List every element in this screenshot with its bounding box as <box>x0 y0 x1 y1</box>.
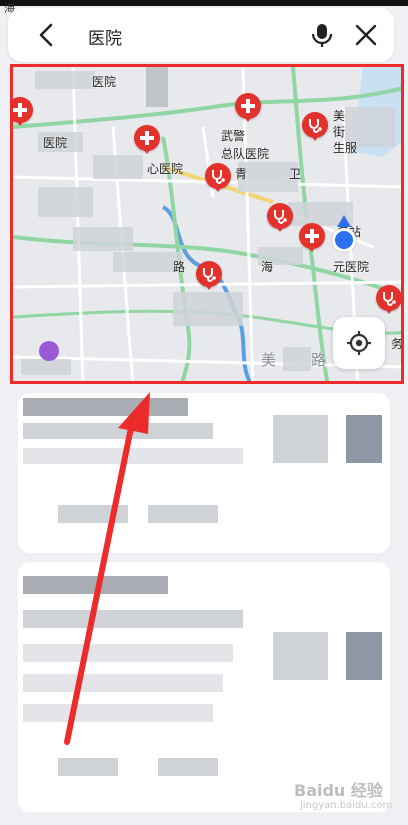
stethoscope-icon <box>383 292 396 306</box>
locate-icon <box>347 331 371 355</box>
user-location-marker <box>332 228 356 252</box>
stethoscope-icon <box>212 170 225 184</box>
map-label-hai: 海 <box>261 260 274 274</box>
result-card[interactable] <box>18 393 390 553</box>
map-label-qing: 青 <box>235 167 248 181</box>
map-label-road-lu: 路 <box>173 260 186 274</box>
map-label-mei-top: 美 <box>333 109 346 123</box>
back-icon[interactable] <box>34 22 60 48</box>
clinic-pin[interactable] <box>267 203 293 232</box>
map-label-hospital-left: 医院 <box>43 136 68 150</box>
hospital-pin[interactable] <box>134 125 160 154</box>
map-label-wei: 卫 <box>289 167 302 181</box>
cross-icon <box>241 99 255 113</box>
clinic-pin[interactable] <box>205 163 231 192</box>
cross-icon <box>13 103 27 117</box>
map-label-wu: 务 <box>391 337 404 351</box>
cross-icon <box>305 229 319 243</box>
search-bar: 医院 <box>8 8 394 62</box>
status-bar <box>0 0 408 6</box>
stethoscope-icon <box>274 210 287 224</box>
watermark-url: jingyan.baidu.com <box>300 800 393 811</box>
result-title <box>23 398 188 416</box>
clinic-pin[interactable] <box>302 112 328 141</box>
map-label-armed-police-2: 总队医院 <box>221 147 270 161</box>
result-card[interactable] <box>18 562 390 812</box>
clinic-pin[interactable] <box>196 261 222 290</box>
map-label-heart-hospital: 心医院 <box>147 162 184 176</box>
search-input[interactable]: 医院 <box>88 24 122 49</box>
map-label-road-lu2: 路 <box>311 351 327 369</box>
stethoscope-icon <box>203 268 216 282</box>
hospital-pin[interactable] <box>235 93 261 122</box>
map-label-yuan-hospital: 元医院 <box>333 260 370 274</box>
map-label-armed-police-1: 武警 <box>221 129 246 143</box>
watermark-brand: Baidu 经验 <box>294 781 383 800</box>
result-title <box>23 576 168 594</box>
locate-me-button[interactable] <box>333 317 385 369</box>
shopping-bag-icon <box>39 341 59 361</box>
map-view[interactable]: 医院 医院 心医院 武警 总队医院 美 街 生服 青 卫 务站 海 元医院 路 … <box>10 64 404 384</box>
cross-icon <box>140 131 154 145</box>
stethoscope-icon <box>309 119 322 133</box>
microphone-icon[interactable] <box>308 21 336 49</box>
hospital-pin[interactable] <box>299 223 325 252</box>
close-icon[interactable] <box>354 23 378 47</box>
result-thumbnail <box>346 632 382 680</box>
map-label-health-center-2: 生服 <box>333 141 358 155</box>
heading-arrow-icon <box>337 215 351 227</box>
result-thumbnail <box>346 415 382 463</box>
clinic-pin[interactable] <box>376 285 401 314</box>
map-label-health-center-1: 街 <box>333 125 346 139</box>
map-label-road-mei: 美 <box>261 351 277 369</box>
map-label-hospital: 医院 <box>92 75 117 89</box>
